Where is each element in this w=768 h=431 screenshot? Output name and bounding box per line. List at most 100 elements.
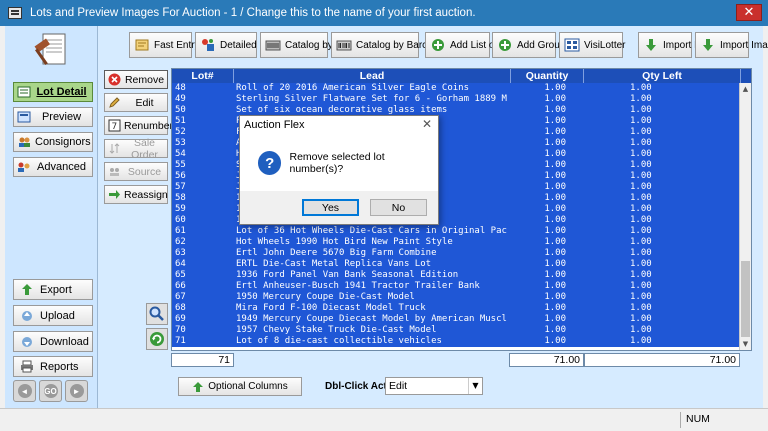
import-lots-button[interactable]: Import Lots (638, 32, 713, 58)
lot-cell: 71 (175, 336, 186, 346)
lot-cell: 69 (175, 314, 186, 324)
go-button[interactable]: GO (39, 380, 62, 402)
nav-preview-button[interactable]: Preview (13, 107, 93, 127)
remove-button[interactable]: Remove (104, 70, 168, 89)
nav-consignors-button[interactable]: Consignors (13, 132, 93, 152)
sale-order-icon (109, 143, 120, 154)
qty-left-cell: 1.00 (630, 182, 652, 192)
add-list-icon (432, 39, 444, 51)
svg-text:7: 7 (112, 122, 118, 132)
add-list-of-inventory-button[interactable]: Add List of Inventory# (425, 32, 547, 58)
import-lots-icon (646, 39, 656, 51)
nav-label: Consignors (35, 136, 91, 148)
previous-button[interactable]: ◄ (13, 380, 36, 402)
window-title: Lots and Preview Images For Auction - 1 … (30, 7, 476, 19)
quantity-cell: 1.00 (544, 116, 566, 126)
column-header-quantity[interactable]: Quantity (511, 69, 584, 83)
dialog-close-icon[interactable]: ✕ (422, 117, 432, 131)
nav-advanced-button[interactable]: Advanced (13, 157, 93, 177)
nav-lot-detail-button[interactable]: Lot Detail (13, 82, 93, 102)
previous-icon: ◄ (17, 384, 32, 398)
lot-cell: 48 (175, 83, 186, 93)
app-icon (8, 7, 22, 19)
dblclick-action-select[interactable]: Edit ▼ (385, 377, 483, 395)
column-header-qty-left[interactable]: Qty Left (584, 69, 741, 83)
import-images-button[interactable]: Import Images (695, 32, 768, 58)
table-row[interactable]: 64 ERTL Die-Cast Metal Replica Vans Lot 1.… (172, 259, 751, 270)
table-row[interactable]: 71 Lot of 8 die-cast collectible vehicles… (172, 336, 751, 347)
detailed-entry-button[interactable]: Detailed Entry (195, 32, 283, 58)
refresh-button[interactable] (146, 328, 168, 350)
table-row[interactable]: 67 1950 Mercury Coupe Die-Cast Model 1.00 1… (172, 292, 751, 303)
no-button[interactable]: No (370, 199, 427, 216)
lot-cell: 50 (175, 105, 186, 115)
lead-cell: 1949 Mercury Coupe Diecast Model by Amer… (236, 314, 507, 324)
export-button[interactable]: Export (13, 279, 93, 300)
lot-cell: 49 (175, 94, 186, 104)
edit-button[interactable]: Edit (104, 93, 168, 112)
lead-cell: Ertl John Deere 5670 Big Farm Combine (236, 248, 437, 258)
grid-scrollbar[interactable]: ▲ ▼ (739, 83, 751, 350)
qty-left-cell: 1.00 (630, 303, 652, 313)
sale-order-button[interactable]: Sale Order (104, 137, 168, 161)
preview-icon (17, 111, 31, 123)
download-button[interactable]: Download (13, 331, 93, 352)
scroll-up-icon[interactable]: ▲ (740, 83, 751, 94)
optional-columns-button[interactable]: Optional Columns (178, 377, 302, 396)
visilotter-icon (564, 38, 580, 52)
qty-left-cell: 1.00 (630, 204, 652, 214)
table-row[interactable]: 62 Hot Wheels 1990 Hot Bird New Paint Sty… (172, 237, 751, 248)
quantity-cell: 1.00 (544, 325, 566, 335)
upload-button[interactable]: Upload (13, 305, 93, 326)
quantity-cell: 1.00 (544, 138, 566, 148)
scroll-thumb[interactable] (741, 261, 750, 337)
table-row[interactable]: 69 1949 Mercury Coupe Diecast Model by Am… (172, 314, 751, 325)
lot-cell: 60 (175, 215, 186, 225)
table-row[interactable]: 49 Sterling Silver Flatware Set for 6 - G… (172, 94, 751, 105)
lot-cell: 58 (175, 193, 186, 203)
table-row[interactable]: 68 Mira Ford F-100 Diecast Model Truck 1.0… (172, 303, 751, 314)
yes-button[interactable]: Yes (302, 199, 359, 216)
quantity-cell: 1.00 (544, 248, 566, 258)
reassign-button[interactable]: Reassign (104, 185, 168, 204)
table-row[interactable]: 63 Ertl John Deere 5670 Big Farm Combine 1… (172, 248, 751, 259)
next-button[interactable]: ► (65, 380, 88, 402)
visilotter-button[interactable]: VisiLotter (559, 32, 626, 58)
lot-count-total: 71 (171, 353, 234, 367)
download-label: Download (40, 335, 89, 348)
search-button[interactable] (146, 303, 168, 325)
quantity-cell: 1.00 (544, 105, 566, 115)
column-header-lot[interactable]: Lot# (172, 69, 234, 83)
close-icon: ✕ (743, 5, 755, 20)
lot-cell: 54 (175, 149, 186, 159)
column-header-lead[interactable]: Lead (234, 69, 511, 83)
go-icon: GO (43, 384, 58, 398)
source-button[interactable]: Source (104, 162, 168, 181)
scroll-down-icon[interactable]: ▼ (740, 338, 751, 349)
lot-cell: 53 (175, 138, 186, 148)
qty-left-cell: 1.00 (630, 292, 652, 302)
catalog-by-barcode-images-button[interactable]: Catalog by Barcode Images (331, 32, 479, 58)
renumber-button[interactable]: 7 Renumber (104, 116, 173, 135)
add-group-icon (499, 39, 511, 51)
qty-left-cell: 1.00 (630, 270, 652, 280)
table-row[interactable]: 48 Roll of 20 2016 American Silver Eagle … (172, 83, 751, 94)
lot-cell: 55 (175, 160, 186, 170)
dialog-message: Remove selected lot number(s)? (289, 151, 385, 175)
window-close-button[interactable]: ✕ (736, 4, 762, 21)
table-row[interactable]: 61 Lot of 36 Hot Wheels Die-Cast Cars in … (172, 226, 751, 237)
reports-button[interactable]: Reports (13, 356, 93, 377)
lot-cell: 62 (175, 237, 186, 247)
edit-icon (109, 97, 120, 108)
catalog-by-images-button[interactable]: Catalog by Images (260, 32, 368, 58)
table-row[interactable]: 70 1957 Chevy Stake Truck Die-Cast Model 1… (172, 325, 751, 336)
table-row[interactable]: 66 Ertl Anheuser-Busch 1941 Tractor Trail… (172, 281, 751, 292)
table-row[interactable]: 65 1936 Ford Panel Van Bank Seasonal Edit… (172, 270, 751, 281)
lead-cell: 1950 Mercury Coupe Die-Cast Model (236, 292, 415, 302)
fast-entry-button[interactable]: Fast Entry (129, 32, 200, 58)
add-group-from-list-button[interactable]: Add Group from List (492, 32, 606, 58)
lot-cell: 68 (175, 303, 186, 313)
dblclick-action-value: Edit (389, 380, 408, 392)
reports-label: Reports (40, 360, 79, 373)
lead-cell: Lot of 36 Hot Wheels Die-Cast Cars in Or… (236, 226, 507, 236)
